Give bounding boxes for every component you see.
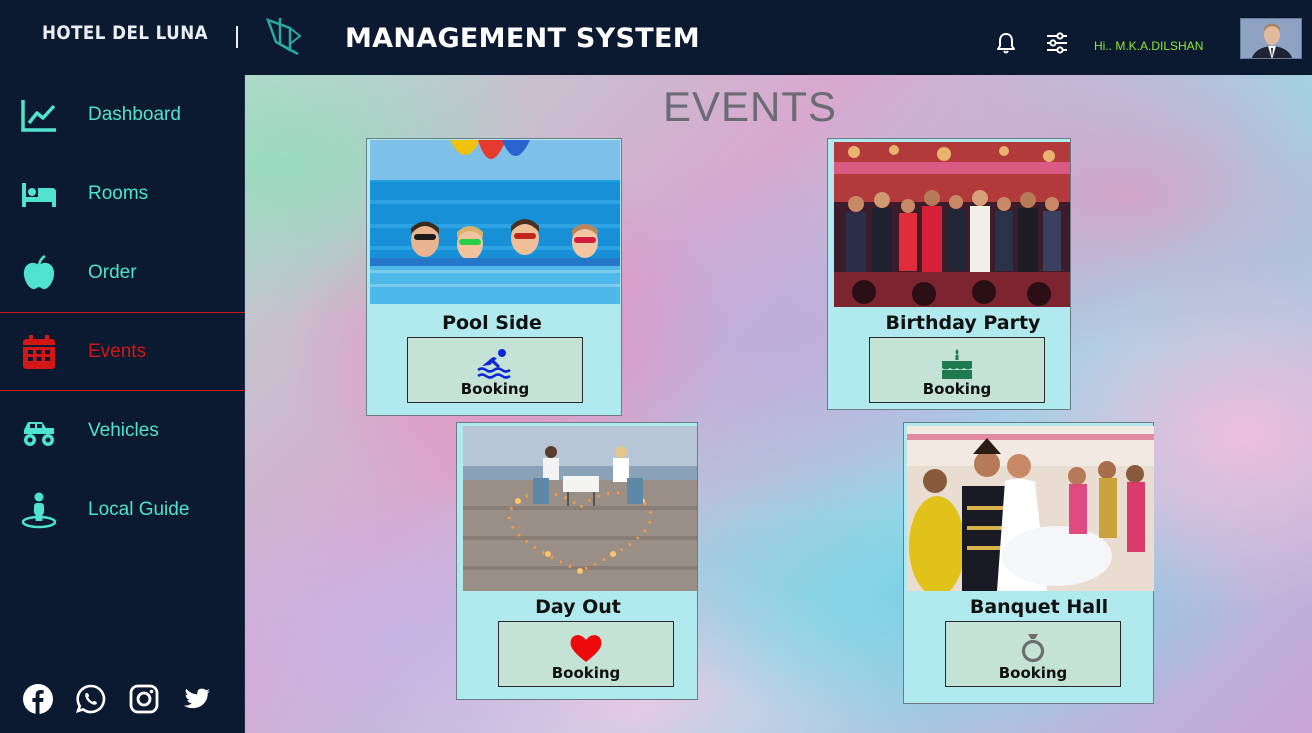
day-out-booking-button[interactable]: Booking (498, 621, 674, 687)
sidebar-item-label: Local Guide (88, 498, 190, 520)
user-portrait-icon (1241, 19, 1301, 58)
card-title: Pool Side (442, 312, 542, 334)
sidebar-item-order[interactable]: Order (0, 233, 245, 312)
instagram-icon[interactable] (128, 683, 160, 715)
birthday-photo (834, 142, 1070, 307)
header-divider (236, 26, 238, 48)
bed-icon (22, 182, 56, 207)
brand-name: HOTEL DEL LUNA (42, 22, 209, 44)
event-card-birthday-party: Birthday Party Booking (827, 138, 1071, 410)
card-title: Birthday Party (885, 312, 1041, 334)
avatar[interactable] (1240, 18, 1302, 59)
event-card-banquet-hall: Banquet Hall Booking (903, 422, 1154, 704)
sidebar-item-vehicles[interactable]: Vehicles (0, 391, 245, 470)
chart-line-icon (21, 99, 56, 132)
card-title: Banquet Hall (969, 596, 1109, 618)
birthday-cake-icon (942, 349, 972, 379)
events-panel: EVENTS Pool Side Booking Birthday Party … (245, 75, 1312, 733)
sidebar-item-label: Vehicles (88, 419, 159, 441)
settings-sliders-icon[interactable] (1045, 31, 1069, 55)
event-card-pool-side: Pool Side Booking (366, 138, 622, 416)
page-title: EVENTS (663, 83, 838, 130)
logo-icon (265, 17, 302, 56)
sidebar-item-label: Order (88, 261, 137, 283)
ring-icon (1021, 634, 1045, 663)
booking-label: Booking (460, 380, 530, 398)
bell-icon[interactable] (994, 31, 1018, 55)
sidebar-item-local-guide[interactable]: Local Guide (0, 470, 245, 549)
event-card-day-out: Day Out Booking (456, 422, 698, 700)
app-title: MANAGEMENT SYSTEM (345, 23, 700, 54)
twitter-icon[interactable] (181, 683, 213, 715)
sidebar-item-label: Rooms (88, 182, 149, 204)
day-out-photo (463, 426, 697, 591)
banquet-hall-photo (907, 426, 1154, 591)
user-greeting: Hi.. M.K.A.DILSHAN (1094, 39, 1204, 53)
banquet-hall-booking-button[interactable]: Booking (945, 621, 1121, 687)
sidebar-item-rooms[interactable]: Rooms (0, 154, 245, 233)
sidebar: Dashboard Rooms Order Events Vehicles Lo… (0, 75, 245, 733)
booking-label: Booking (922, 380, 992, 398)
booking-label: Booking (551, 664, 621, 682)
birthday-party-booking-button[interactable]: Booking (869, 337, 1045, 403)
facebook-icon[interactable] (22, 683, 54, 715)
sidebar-item-events[interactable]: Events (0, 312, 245, 391)
swimmer-icon (477, 349, 511, 379)
sidebar-item-label: Dashboard (88, 103, 181, 125)
top-bar: HOTEL DEL LUNA MANAGEMENT SYSTEM Hi.. M.… (0, 0, 1312, 75)
apple-icon (23, 254, 55, 289)
social-links (22, 683, 213, 715)
monster-truck-icon (24, 421, 54, 446)
sidebar-item-label: Events (88, 340, 147, 362)
pool-photo (370, 140, 620, 304)
card-title: Day Out (535, 596, 621, 618)
heart-icon (570, 635, 602, 662)
calendar-icon (23, 334, 55, 369)
street-view-icon (21, 492, 57, 528)
sidebar-item-dashboard[interactable]: Dashboard (0, 75, 245, 154)
booking-label: Booking (998, 664, 1068, 682)
whatsapp-icon[interactable] (75, 683, 107, 715)
pool-side-booking-button[interactable]: Booking (407, 337, 583, 403)
